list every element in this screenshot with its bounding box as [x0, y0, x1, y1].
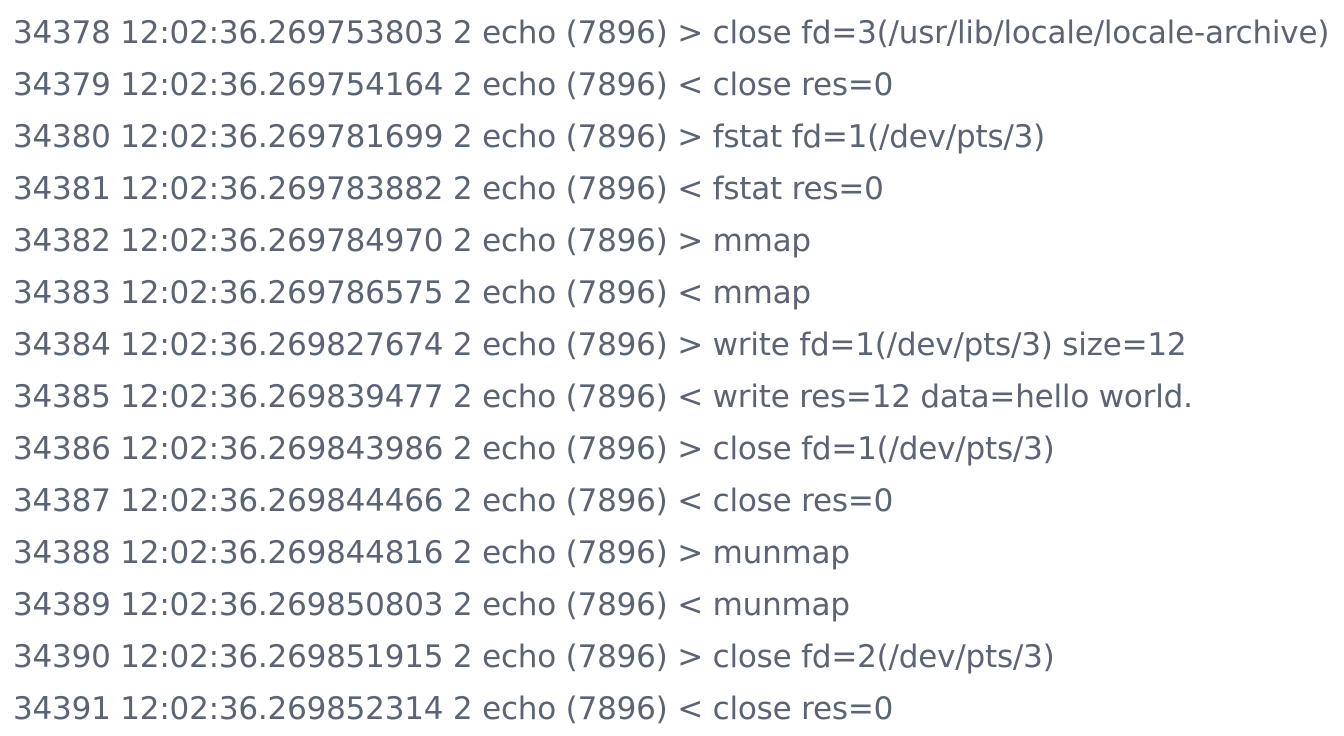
log-line-text: 34386 12:02:36.269843986 2 echo (7896) >… — [13, 431, 1055, 467]
log-line: 34380 12:02:36.269781699 2 echo (7896) >… — [13, 111, 1338, 163]
log-line: 34378 12:02:36.269753803 2 echo (7896) >… — [13, 7, 1338, 59]
log-line-text: 34390 12:02:36.269851915 2 echo (7896) >… — [13, 639, 1055, 675]
log-line-text: 34379 12:02:36.269754164 2 echo (7896) <… — [13, 67, 894, 103]
log-line: 34383 12:02:36.269786575 2 echo (7896) <… — [13, 267, 1338, 319]
log-line-text: 34385 12:02:36.269839477 2 echo (7896) <… — [13, 379, 1193, 415]
log-line-text: 34388 12:02:36.269844816 2 echo (7896) >… — [13, 535, 850, 571]
log-line-text: 34383 12:02:36.269786575 2 echo (7896) <… — [13, 275, 811, 311]
log-line: 34379 12:02:36.269754164 2 echo (7896) <… — [13, 59, 1338, 111]
log-line: 34389 12:02:36.269850803 2 echo (7896) <… — [13, 579, 1338, 631]
log-line-text: 34384 12:02:36.269827674 2 echo (7896) >… — [13, 327, 1187, 363]
log-line-text: 34389 12:02:36.269850803 2 echo (7896) <… — [13, 587, 850, 623]
log-line: 34391 12:02:36.269852314 2 echo (7896) <… — [13, 683, 1338, 735]
log-line-text: 34391 12:02:36.269852314 2 echo (7896) <… — [13, 691, 894, 727]
log-line-text: 34387 12:02:36.269844466 2 echo (7896) <… — [13, 483, 894, 519]
log-line-text: 34382 12:02:36.269784970 2 echo (7896) >… — [13, 223, 811, 259]
log-line: 34385 12:02:36.269839477 2 echo (7896) <… — [13, 371, 1338, 423]
log-line: 34387 12:02:36.269844466 2 echo (7896) <… — [13, 475, 1338, 527]
log-line: 34382 12:02:36.269784970 2 echo (7896) >… — [13, 215, 1338, 267]
log-line: 34384 12:02:36.269827674 2 echo (7896) >… — [13, 319, 1338, 371]
log-line-text: 34380 12:02:36.269781699 2 echo (7896) >… — [13, 119, 1046, 155]
log-line: 34390 12:02:36.269851915 2 echo (7896) >… — [13, 631, 1338, 683]
log-line-text: 34378 12:02:36.269753803 2 echo (7896) >… — [13, 15, 1330, 51]
log-line: 34386 12:02:36.269843986 2 echo (7896) >… — [13, 423, 1338, 475]
log-line: 34381 12:02:36.269783882 2 echo (7896) <… — [13, 163, 1338, 215]
log-line: 34388 12:02:36.269844816 2 echo (7896) >… — [13, 527, 1338, 579]
log-line-text: 34381 12:02:36.269783882 2 echo (7896) <… — [13, 171, 884, 207]
event-log: 34378 12:02:36.269753803 2 echo (7896) >… — [13, 7, 1338, 735]
